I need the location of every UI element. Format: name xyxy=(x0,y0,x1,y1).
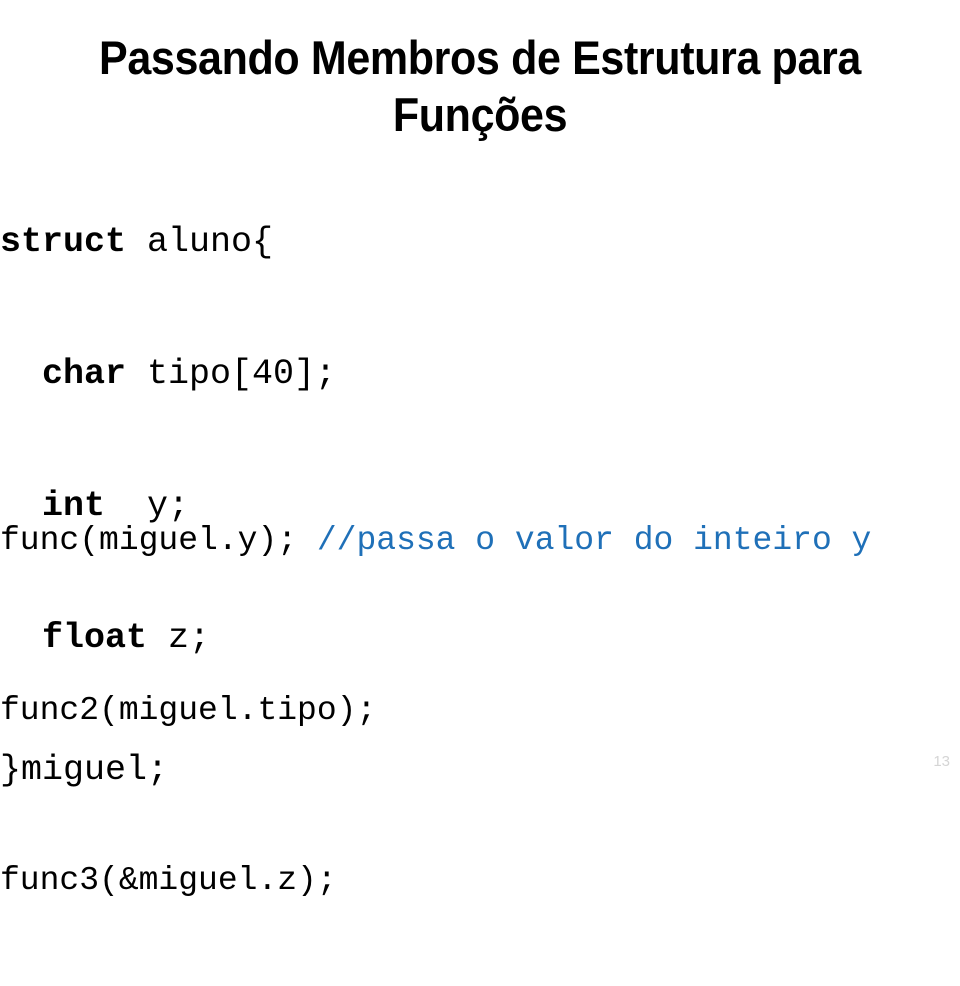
function-call-examples: func(miguel.y); //passa o valor do intei… xyxy=(0,436,960,986)
code-comment-passa-valor-inteiro: //passa o valor do inteiro y xyxy=(316,522,872,559)
page-number: 13 xyxy=(933,753,950,770)
page-title: Passando Membros de Estrutura para Funçõ… xyxy=(99,31,861,142)
keyword-char: char xyxy=(42,354,127,394)
indent-char-line xyxy=(0,354,42,394)
code-text-aluno-open: aluno{ xyxy=(126,222,274,262)
code-text-func-miguel-y: func(miguel.y); xyxy=(0,522,317,559)
code-line-char-tipo: char tipo[40]; xyxy=(0,352,620,396)
keyword-struct: struct xyxy=(0,222,127,262)
code-line-func-call-3: func3(&miguel.z); xyxy=(0,862,337,899)
code-line-func-call-1: func(miguel.y); //passa o valor do intei… xyxy=(0,520,960,562)
slide: Passando Membros de Estrutura para Funçõ… xyxy=(0,0,960,899)
code-line-struct-aluno: struct aluno{ xyxy=(0,220,620,264)
code-line-func-call-2: func2(miguel.tipo); xyxy=(0,692,377,729)
code-text-tipo-array: tipo[40]; xyxy=(126,354,337,394)
